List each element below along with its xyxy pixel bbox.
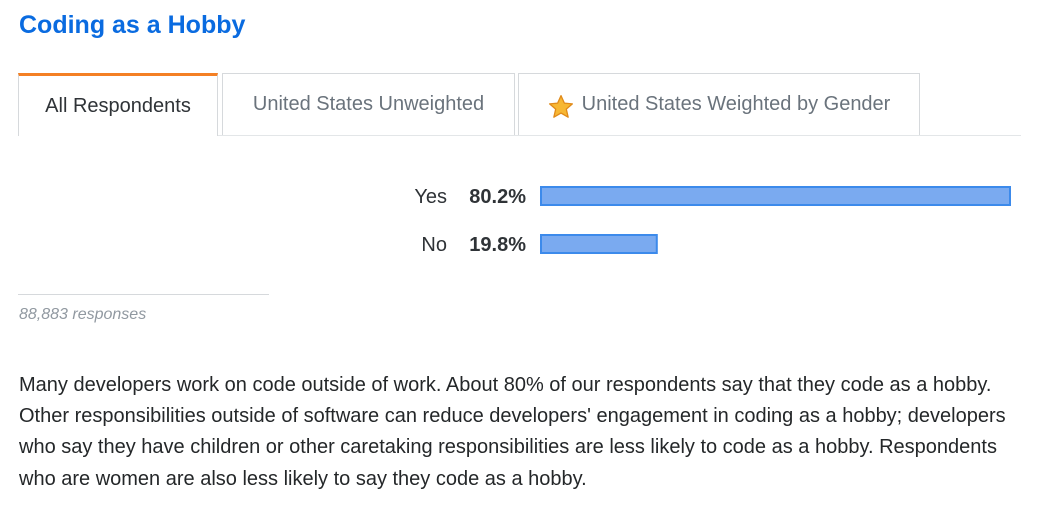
category-label: No [421, 234, 447, 256]
divider [18, 294, 269, 295]
tab-label: All Respondents [45, 94, 191, 117]
tab-label: United States Unweighted [252, 93, 485, 115]
category-label: Yes [414, 186, 447, 208]
tab-us-weighted-by-gender[interactable]: United States Weighted by Gender [518, 73, 920, 135]
survey-section: Coding as a Hobby All Respondents United… [0, 0, 1045, 514]
tab-bar: All Respondents United States Unweighted… [18, 73, 1021, 136]
section-title: Coding as a Hobby [19, 11, 246, 39]
bar-no [540, 234, 658, 254]
star-icon [548, 94, 573, 118]
value-label: 80.2% [469, 186, 526, 208]
bar-yes [540, 186, 1011, 206]
description-text: Many developers work on code outside of … [19, 374, 1006, 490]
responses-count: 88,883 responses [19, 306, 147, 323]
tab-all-respondents[interactable]: All Respondents [18, 73, 218, 136]
tab-us-unweighted[interactable]: United States Unweighted [222, 73, 515, 135]
value-label: 19.8% [469, 234, 526, 256]
tab-label: United States Weighted by Gender [581, 93, 891, 115]
